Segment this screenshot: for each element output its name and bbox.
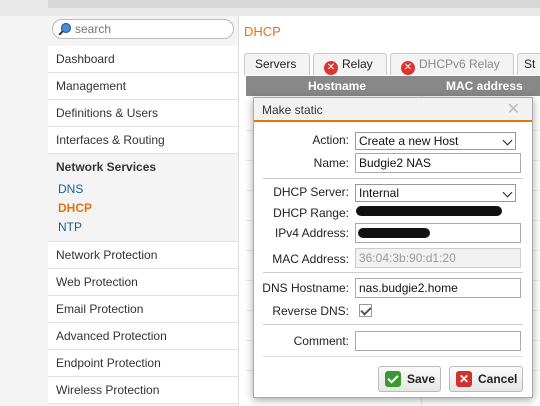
cancel-icon: ✕ xyxy=(456,371,472,387)
section-divider xyxy=(263,178,523,179)
make-static-dialog: Make static ✕ Action: Create a new Host … xyxy=(253,97,533,398)
error-icon: ✕ xyxy=(401,61,415,75)
tab-relay-label: Relay xyxy=(342,57,373,71)
action-select-value: Create a new Host xyxy=(359,134,459,148)
mac-address-label: MAC Address: xyxy=(272,252,349,266)
sidebar-item-definitions-users[interactable]: Definitions & Users xyxy=(48,100,238,127)
cancel-button-label: Cancel xyxy=(478,372,518,386)
tab-status-label: St xyxy=(524,57,536,71)
sidebar-subitem-ntp[interactable]: NTP xyxy=(48,218,238,237)
reverse-dns-label: Reverse DNS: xyxy=(272,304,349,318)
top-strip xyxy=(0,0,540,16)
ipv4-address-label: IPv4 Address: xyxy=(274,226,349,240)
sidebar-item-web-protection[interactable]: Web Protection xyxy=(48,269,238,296)
save-button[interactable]: Save xyxy=(378,366,441,392)
dhcp-server-select-value: Internal xyxy=(359,186,400,200)
tab-dhcpv6-relay-label: DHCPv6 Relay xyxy=(419,57,500,71)
dhcp-server-select[interactable]: Internal xyxy=(355,184,516,202)
sidebar-subitem-dns[interactable]: DNS xyxy=(48,180,238,199)
action-select[interactable]: Create a new Host xyxy=(355,132,516,150)
sidebar-item-wireless-protection[interactable]: Wireless Protection xyxy=(48,377,238,404)
sidebar-item-network-protection[interactable]: Network Protection xyxy=(48,242,238,269)
tab-relay[interactable]: ✕ Relay xyxy=(313,53,387,75)
name-field[interactable] xyxy=(355,153,521,173)
dialog-title-bar: Make static ✕ xyxy=(254,98,532,122)
action-label: Action: xyxy=(312,133,349,147)
dialog-title: Make static xyxy=(262,103,323,117)
sidebar-item-network-services[interactable]: Network Services xyxy=(48,154,238,180)
tab-dhcpv6-relay[interactable]: ✕ DHCPv6 Relay xyxy=(390,53,514,75)
mac-address-field xyxy=(355,248,521,268)
left-gutter xyxy=(0,16,48,406)
dhcp-server-label: DHCP Server: xyxy=(273,185,349,199)
redaction-mark xyxy=(358,228,430,238)
page-title: DHCP xyxy=(244,24,281,39)
tab-servers-label: Servers xyxy=(255,57,297,71)
name-label: Name: xyxy=(313,156,349,170)
sidebar-item-management[interactable]: Management xyxy=(48,73,238,100)
column-header-hostname[interactable]: Hostname xyxy=(308,79,366,93)
sidebar-section-network-services: Network Services DNS DHCP NTP xyxy=(48,154,238,242)
dns-hostname-label: DNS Hostname: xyxy=(262,281,349,295)
checkmark-icon xyxy=(385,371,401,387)
cancel-button[interactable]: ✕ Cancel xyxy=(449,366,523,392)
chevron-down-icon xyxy=(502,135,513,146)
tab-status[interactable]: St xyxy=(517,53,540,75)
search-icon xyxy=(58,22,72,36)
comment-field[interactable] xyxy=(355,331,521,351)
sidebar-item-email-protection[interactable]: Email Protection xyxy=(48,296,238,323)
section-divider xyxy=(263,324,523,325)
table-header: Hostname MAC address xyxy=(246,76,540,96)
reverse-dns-checkbox[interactable] xyxy=(359,304,372,317)
comment-label: Comment: xyxy=(293,334,349,348)
dns-hostname-field[interactable] xyxy=(355,278,521,298)
sidebar-item-endpoint-protection[interactable]: Endpoint Protection xyxy=(48,350,238,377)
sidebar-item-dashboard[interactable]: Dashboard xyxy=(48,46,238,73)
search-input[interactable] xyxy=(75,21,225,37)
sidebar-subitem-dhcp[interactable]: DHCP xyxy=(48,199,238,218)
top-strip-bar xyxy=(48,0,540,8)
tab-servers[interactable]: Servers xyxy=(244,53,310,75)
dhcp-range-label: DHCP Range: xyxy=(273,206,349,220)
sidebar-item-advanced-protection[interactable]: Advanced Protection xyxy=(48,323,238,350)
close-icon[interactable]: ✕ xyxy=(507,98,520,122)
search-box[interactable] xyxy=(52,19,234,39)
sidebar-item-interfaces-routing[interactable]: Interfaces & Routing xyxy=(48,127,238,154)
save-button-label: Save xyxy=(407,372,436,386)
section-divider xyxy=(263,272,523,273)
section-divider xyxy=(263,356,523,357)
redaction-mark xyxy=(356,206,502,216)
chevron-down-icon xyxy=(502,187,513,198)
sidebar-nav: Dashboard Management Definitions & Users… xyxy=(48,46,238,404)
error-icon: ✕ xyxy=(324,61,338,75)
column-header-mac-address[interactable]: MAC address xyxy=(446,79,523,93)
